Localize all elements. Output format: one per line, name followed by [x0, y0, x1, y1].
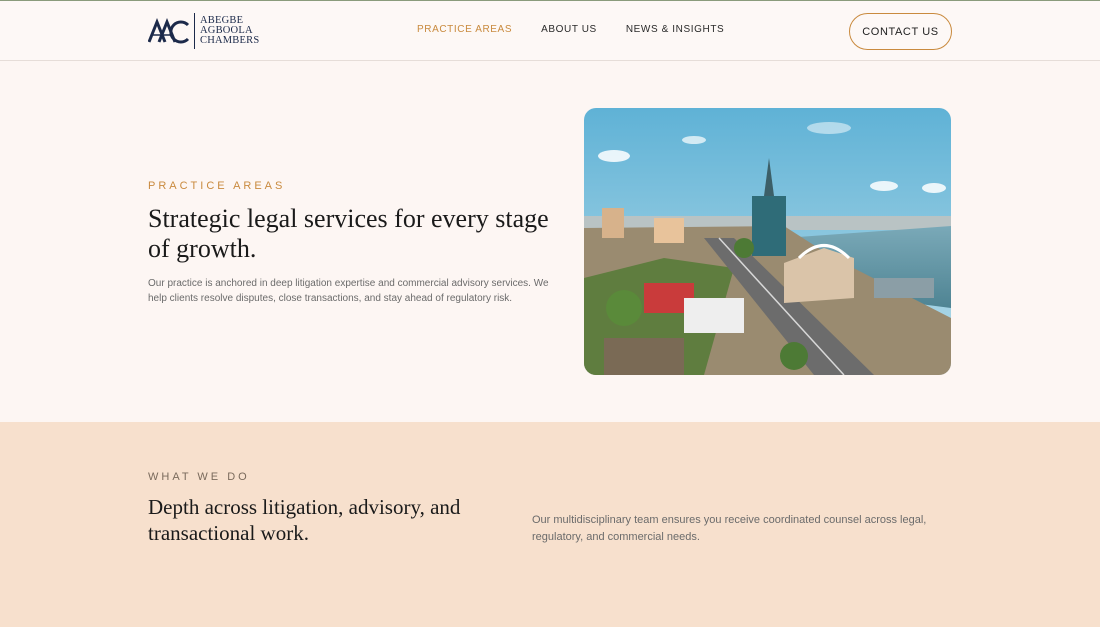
contact-us-button[interactable]: CONTACT US [849, 13, 952, 50]
hero-city-image [584, 108, 951, 375]
site-header: ABEGBE AGBOOLA CHAMBERS PRACTICE AREAS A… [0, 1, 1100, 61]
what-we-do-eyebrow: WHAT WE DO [148, 471, 250, 483]
main-nav: PRACTICE AREAS ABOUT US NEWS & INSIGHTS [417, 24, 753, 35]
what-we-do-title: Depth across litigation, advisory, and t… [148, 495, 461, 545]
logo-monogram-icon [148, 17, 190, 44]
brand-name: ABEGBE AGBOOLA CHAMBERS [200, 15, 260, 46]
nav-news-insights[interactable]: NEWS & INSIGHTS [626, 24, 724, 35]
nav-about-us[interactable]: ABOUT US [541, 24, 597, 35]
nav-practice-areas[interactable]: PRACTICE AREAS [417, 24, 512, 35]
hero-eyebrow: PRACTICE AREAS [148, 180, 286, 192]
brand-logo[interactable]: ABEGBE AGBOOLA CHAMBERS [148, 12, 259, 50]
hero-title: Strategic legal services for every stage… [148, 204, 549, 263]
brand-name-line-3: CHAMBERS [200, 35, 260, 46]
what-we-do-section: WHAT WE DO Depth across litigation, advi… [0, 422, 1100, 627]
what-we-do-body: Our multidisciplinary team ensures you r… [532, 514, 927, 543]
hero-body: Our practice is anchored in deep litigat… [148, 278, 549, 304]
city-skyline-illustration [584, 108, 951, 375]
logo-divider [194, 13, 195, 49]
hero-section: PRACTICE AREAS Strategic legal services … [0, 62, 1100, 422]
